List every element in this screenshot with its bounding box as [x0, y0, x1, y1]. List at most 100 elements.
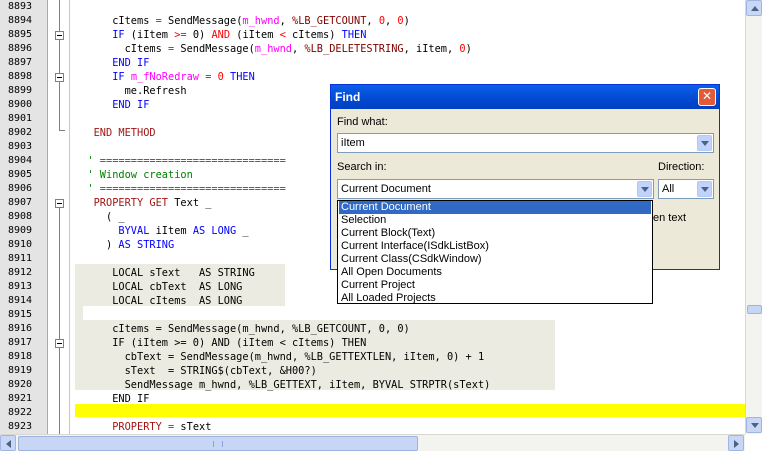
code-text: sText = STRING$(cbText, &H00?)	[75, 364, 317, 378]
code-line[interactable]: 8894 cItems = SendMessage(m_hwnd, %LB_GE…	[0, 14, 745, 28]
code-text: LOCAL sText AS STRING	[75, 266, 255, 280]
direction-label: Direction:	[658, 161, 705, 173]
line-number: 8903	[8, 141, 33, 152]
code-token: me.Refresh	[75, 85, 187, 97]
line-number: 8909	[8, 225, 33, 236]
search-in-dropdown-button[interactable]	[637, 181, 652, 197]
search-in-option[interactable]: Selection	[339, 214, 651, 227]
search-in-option[interactable]: Current Project	[339, 279, 651, 292]
code-line[interactable]: 8896 cItems = SendMessage(m_hwnd, %LB_DE…	[0, 42, 745, 56]
code-line[interactable]: 8921 END IF	[0, 392, 745, 406]
code-text: PROPERTY = sText	[75, 420, 211, 434]
code-token: %LB_GETCOUNT	[292, 15, 367, 27]
code-line[interactable]: 8895 IF (iItem >= 0) AND (iItem < cItems…	[0, 28, 745, 42]
code-token: END IF	[112, 99, 150, 111]
code-token: cbText = SendMessage(m_hwnd, %LB_GETTEXT…	[75, 351, 485, 363]
code-token: Text _	[168, 197, 212, 209]
scroll-left-button[interactable]	[0, 435, 16, 451]
scroll-up-button[interactable]	[746, 0, 762, 16]
find-dialog-titlebar[interactable]: Find ✕	[331, 85, 719, 109]
code-token: %LB_DELETESTRING	[304, 43, 404, 55]
scroll-right-button[interactable]	[728, 435, 744, 451]
direction-combobox[interactable]: All	[658, 179, 714, 199]
code-text: ' ==============================	[75, 182, 285, 196]
search-in-option[interactable]: Current Class(CSdkWindow)	[339, 253, 651, 266]
code-token: cItems	[75, 43, 168, 55]
code-token: SendMessage(	[174, 43, 255, 55]
code-token: iItem	[149, 225, 193, 237]
code-token: PROPERTY	[112, 421, 162, 433]
find-what-input[interactable]: iItem	[341, 137, 365, 149]
search-in-label: Search in:	[337, 161, 387, 173]
code-line[interactable]: 8916 cItems = SendMessage(m_hwnd, %LB_GE…	[0, 322, 745, 336]
chevron-left-icon	[6, 440, 11, 448]
line-number: 8919	[8, 365, 33, 376]
code-token: cItems = SendMessage(m_hwnd, %LB_GETCOUN…	[75, 323, 410, 335]
code-line[interactable]: 8923 PROPERTY = sText	[0, 420, 745, 434]
code-token: LOCAL cbText AS LONG	[75, 281, 243, 293]
code-text: ' Window creation	[75, 168, 192, 182]
horizontal-scroll-thumb[interactable]	[18, 436, 418, 451]
line-number: 8914	[8, 295, 33, 306]
code-text: me.Refresh	[75, 84, 187, 98]
fold-toggle-icon[interactable]	[55, 31, 64, 40]
search-in-option[interactable]: Current Interface(ISdkListBox)	[339, 240, 651, 253]
fold-toggle-icon[interactable]	[55, 199, 64, 208]
code-token: sText	[174, 421, 212, 433]
chevron-up-icon	[751, 6, 759, 11]
code-line[interactable]: 8919 sText = STRING$(cbText, &H00?)	[0, 364, 745, 378]
code-line[interactable]: 8917 IF (iItem >= 0) AND (iItem < cItems…	[0, 336, 745, 350]
code-token: m_hwnd	[254, 43, 292, 55]
code-line[interactable]: 8893	[0, 0, 745, 14]
scroll-down-button[interactable]	[746, 417, 762, 433]
line-number: 8904	[8, 155, 33, 166]
code-line[interactable]: 8918 cbText = SendMessage(m_hwnd, %LB_GE…	[0, 350, 745, 364]
find-what-dropdown-button[interactable]	[697, 135, 712, 151]
search-in-dropdown-list[interactable]: Current Document Selection Current Block(T…	[337, 200, 653, 304]
code-token: m_fNoRedraw	[130, 71, 200, 83]
chevron-right-icon	[734, 440, 739, 448]
search-in-combobox[interactable]: Current Document	[337, 179, 654, 199]
line-number: 8910	[8, 239, 33, 250]
code-token: AS LONG	[192, 225, 237, 237]
close-button[interactable]: ✕	[698, 88, 716, 106]
search-in-option[interactable]: Current Block(Text)	[339, 227, 651, 240]
code-token: END IF	[112, 57, 150, 69]
code-line[interactable]: 8915	[0, 308, 745, 322]
line-number: 8902	[8, 127, 33, 138]
find-what-combobox[interactable]: iItem	[337, 133, 714, 153]
code-token: m_hwnd	[242, 15, 280, 27]
code-text: cItems = SendMessage(m_hwnd, %LB_GETCOUN…	[75, 14, 410, 28]
line-number: 8905	[8, 169, 33, 180]
direction-dropdown-button[interactable]	[697, 181, 712, 197]
code-token: (iItem	[124, 29, 175, 41]
code-line[interactable]: 8922	[0, 406, 745, 420]
vertical-scrollbar[interactable]	[745, 0, 762, 434]
code-token: , iItem,	[403, 43, 460, 55]
code-token: ,	[385, 15, 398, 27]
line-number: 8894	[8, 15, 33, 26]
fold-toggle-icon[interactable]	[55, 73, 64, 82]
code-text: END METHOD	[75, 126, 156, 140]
search-in-option[interactable]: All Open Documents	[339, 266, 651, 279]
code-line[interactable]: 8920 SendMessage m_hwnd, %LB_GETTEXT, iI…	[0, 378, 745, 392]
vertical-scroll-thumb[interactable]	[747, 305, 762, 314]
code-line[interactable]: 8897 END IF	[0, 56, 745, 70]
code-line[interactable]: 8898 IF m_fNoRedraw = 0 THEN	[0, 70, 745, 84]
search-in-option[interactable]: All Loaded Projects	[339, 292, 651, 305]
code-token: sText = STRING$(cbText, &H00?)	[75, 365, 317, 377]
code-token: PROPERTY GET	[93, 197, 169, 209]
close-icon: ✕	[701, 89, 713, 103]
line-number: 8918	[8, 351, 33, 362]
search-in-option[interactable]: Current Document	[339, 201, 651, 214]
code-text: BYVAL iItem AS LONG _	[75, 224, 248, 238]
horizontal-scrollbar[interactable]	[0, 434, 745, 451]
code-token: >=	[174, 29, 187, 41]
code-token: ' ==============================	[75, 155, 286, 167]
code-text: ' ==============================	[75, 154, 286, 168]
line-number: 8893	[8, 1, 33, 12]
fold-toggle-icon[interactable]	[55, 339, 64, 348]
code-token: THEN	[230, 71, 255, 83]
